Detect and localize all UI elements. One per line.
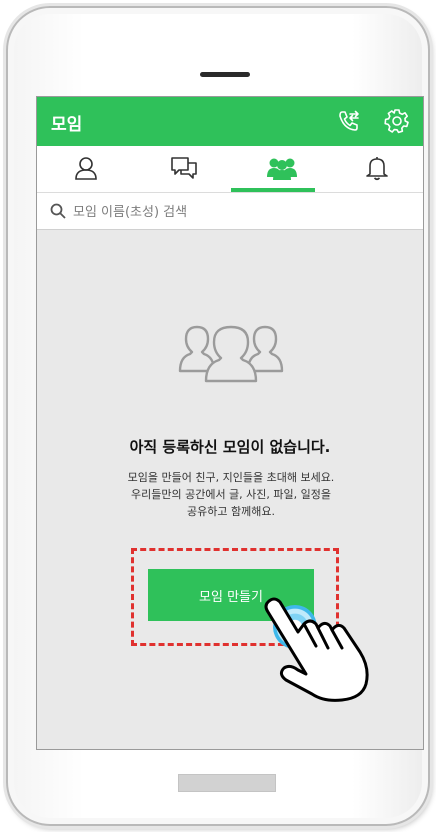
tab-groups[interactable] [231,146,328,192]
tab-notifications[interactable] [328,146,423,192]
empty-state-title: 아직 등록하신 모임이 없습니다. [129,438,331,456]
app-header: 모임 [37,97,423,146]
search-bar [37,193,423,230]
chat-bubbles-icon [171,157,197,179]
group-icon [267,158,297,180]
search-icon [50,203,66,219]
search-input[interactable] [71,199,405,225]
person-icon [75,157,97,180]
empty-state-description-line: 모임을 만들어 친구, 지인들을 초대해 보세요. [127,471,335,484]
active-tab-indicator [231,188,315,192]
bell-icon [366,157,388,181]
page-title: 모임 [51,115,83,135]
empty-state-description-line: 우리들만의 공간에서 글, 사진, 파일, 일정을 [130,488,331,501]
home-button [178,774,276,792]
group-outline-icon [178,325,284,383]
tab-chats[interactable] [134,146,231,192]
pointing-hand-icon [264,597,369,702]
tab-bar [37,146,423,193]
gear-icon[interactable] [384,108,410,134]
tab-friends[interactable] [37,146,134,192]
phone-forward-icon[interactable] [336,108,362,134]
phone-speaker [200,72,250,77]
empty-state-description: 모임을 만들어 친구, 지인들을 초대해 보세요. 우리들만의 공간에서 글, … [57,469,405,520]
empty-state-description-line: 공유하고 함께해요. [187,505,275,518]
